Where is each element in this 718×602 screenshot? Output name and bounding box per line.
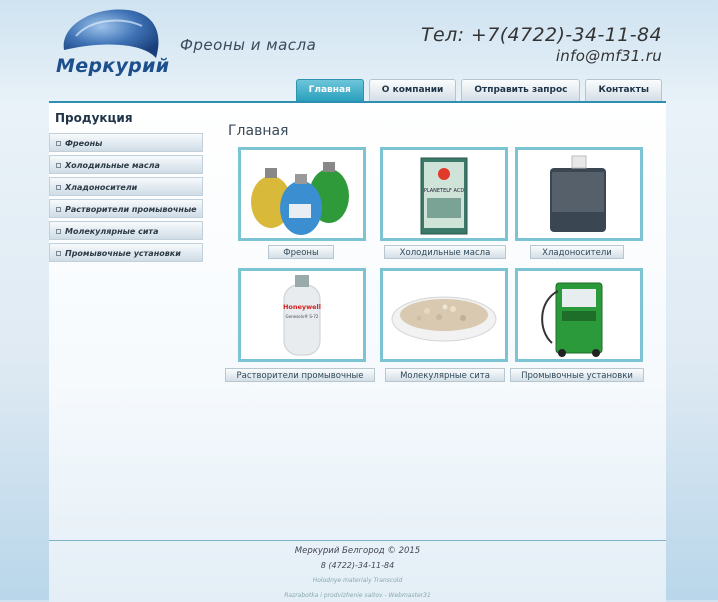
product-card-solvents[interactable]: Honeywell Genesolv® S-72 (238, 268, 366, 362)
footer-copyright: Меркурий Белгород © 2015 (294, 546, 421, 556)
bullet-icon (56, 163, 61, 168)
tab-home[interactable]: Главная (295, 79, 364, 101)
sidebar-item-label: Холодильные масла (65, 161, 160, 170)
logo-text: Меркурий (56, 55, 170, 77)
header-email[interactable]: info@mf31.ru (556, 47, 662, 65)
bullet-icon (56, 185, 61, 190)
sidebar-item-oils[interactable]: Холодильные масла (49, 155, 203, 174)
sidebar-item-label: Промывочные установки (65, 249, 181, 258)
bullet-icon (56, 141, 61, 146)
sidebar-title: Продукция (55, 111, 133, 125)
sidebar-item-solvents[interactable]: Растворители промывочные (49, 199, 203, 218)
tab-contacts[interactable]: Контакты (585, 79, 662, 101)
footer-line3[interactable]: Holodnye materialy Transcold (49, 577, 666, 584)
footer-divider (49, 540, 666, 541)
tab-about[interactable]: О компании (368, 79, 457, 101)
main-nav: Главная О компании Отправить запрос Конт… (295, 79, 662, 101)
content-panel: Продукция Фреоны Холодильные масла Хладо… (49, 101, 666, 602)
product-label-solvents[interactable]: Растворители промывочные (225, 368, 375, 382)
honeywell-text: Honeywell (283, 303, 321, 311)
product-card-sieves[interactable] (380, 268, 508, 362)
product-label-sieves[interactable]: Молекулярные сита (385, 368, 505, 382)
sidebar-item-label: Фреоны (65, 139, 103, 148)
oil-can-text: PLANETELF ACD (424, 188, 465, 194)
coolant-canister-icon (550, 155, 606, 232)
product-card-coolants[interactable] (515, 147, 643, 241)
page-title: Главная (228, 123, 289, 139)
sidebar-item-sieves[interactable]: Молекулярные сита (49, 221, 203, 240)
sidebar-item-label: Молекулярные сита (65, 227, 159, 236)
bullet-icon (56, 251, 61, 256)
sidebar-item-label: Растворители промывочные (65, 205, 197, 214)
sidebar-item-flushing[interactable]: Промывочные установки (49, 243, 203, 262)
sidebar-item-coolants[interactable]: Хладоносители (49, 177, 203, 196)
oil-can-icon: PLANETELF ACD (420, 157, 468, 235)
bullet-icon (56, 207, 61, 212)
footer-phone: 8 (4722)-34-11-84 (320, 561, 395, 570)
tab-send-request[interactable]: Отправить запрос (461, 79, 581, 101)
solvent-cylinder-icon: Honeywell Genesolv® S-72 (283, 275, 321, 356)
slogan: Фреоны и масла (180, 36, 317, 54)
freon-cylinders-icon (251, 162, 349, 235)
product-card-flushing[interactable] (515, 268, 643, 362)
header-phone: Тел: +7(4722)-34-11-84 (421, 24, 662, 46)
product-card-oils[interactable]: PLANETELF ACD (380, 147, 508, 241)
sidebar-item-freons[interactable]: Фреоны (49, 133, 203, 152)
product-label-oils[interactable]: Холодильные масла (384, 245, 506, 259)
product-label-coolants[interactable]: Хладоносители (530, 245, 624, 259)
flushing-unit-icon (541, 282, 603, 357)
product-label-flushing[interactable]: Промывочные установки (510, 368, 644, 382)
footer-line4[interactable]: Razrabotka i prodvizhenie saitov - Webma… (49, 592, 666, 599)
genesolv-text: Genesolv® S-72 (286, 314, 319, 319)
bullet-icon (56, 229, 61, 234)
sidebar-item-label: Хладоносители (65, 183, 138, 192)
molecular-sieve-icon (391, 296, 497, 342)
product-label-freons[interactable]: Фреоны (268, 245, 334, 259)
product-card-freons[interactable] (238, 147, 366, 241)
